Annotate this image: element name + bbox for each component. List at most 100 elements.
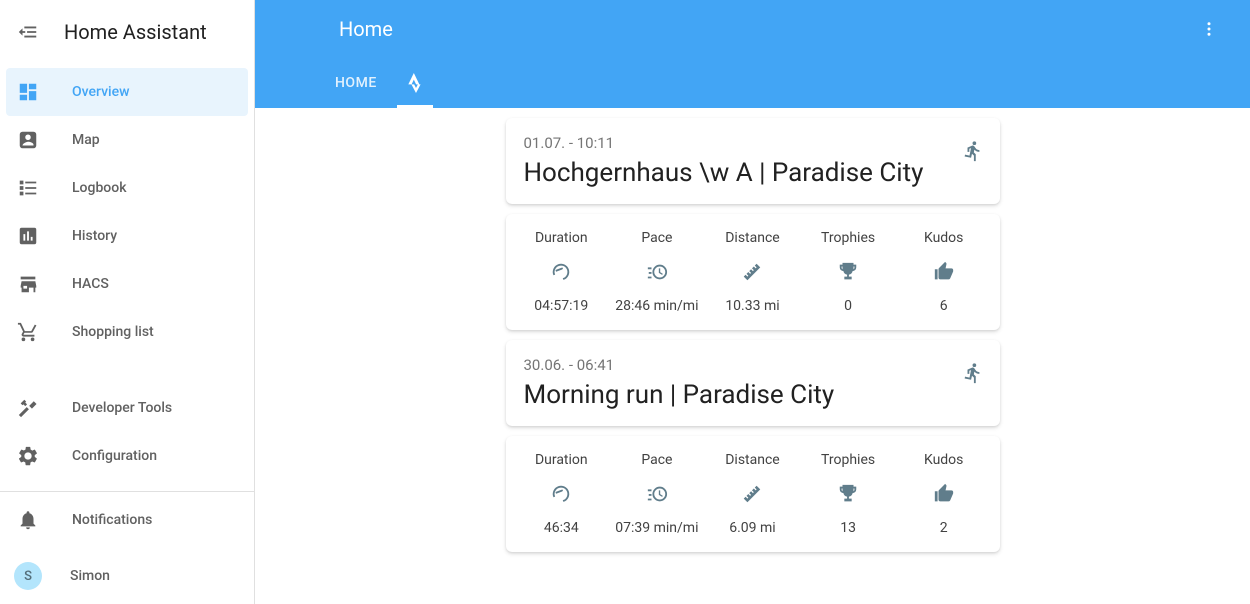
- clock-fast-icon: [646, 482, 668, 506]
- trophy-icon: [837, 482, 859, 506]
- stat-duration: Duration 46:34: [514, 452, 610, 536]
- stat-value: 0: [844, 298, 852, 314]
- sidebar-item-shopping-list[interactable]: Shopping list: [0, 308, 254, 356]
- ruler-icon: [741, 260, 763, 284]
- activity-card: 01.07. - 10:11 Hochgernhaus \w A | Parad…: [506, 118, 1000, 204]
- sidebar-item-label: History: [72, 228, 117, 244]
- sidebar-item-hacs[interactable]: HACS: [0, 260, 254, 308]
- stat-value: 04:57:19: [534, 298, 588, 314]
- stat-label: Distance: [725, 230, 780, 246]
- stat-label: Kudos: [924, 230, 963, 246]
- stat-kudos: Kudos 6: [896, 230, 992, 314]
- stat-label: Trophies: [821, 230, 875, 246]
- stat-value: 07:39 min/mi: [615, 520, 698, 536]
- stats-row: Duration 04:57:19 Pace 28:46 min/mi Dist…: [506, 214, 1000, 330]
- sidebar-header: Home Assistant: [0, 0, 254, 64]
- store-icon: [16, 272, 40, 296]
- activity-header: 30.06. - 06:41 Morning run | Paradise Ci…: [506, 340, 1000, 426]
- stat-kudos: Kudos 2: [896, 452, 992, 536]
- menu-collapse-icon: [17, 21, 39, 43]
- activity-title: Hochgernhaus \w A | Paradise City: [524, 158, 982, 188]
- sidebar-item-overview[interactable]: Overview: [6, 68, 248, 116]
- stat-duration: Duration 04:57:19: [514, 230, 610, 314]
- sidebar-item-user[interactable]: S Simon: [0, 548, 254, 604]
- bell-icon: [16, 508, 40, 532]
- hammer-icon: [16, 396, 40, 420]
- activity-date: 30.06. - 06:41: [524, 356, 982, 374]
- stat-distance: Distance 10.33 mi: [705, 230, 801, 314]
- tab-strava[interactable]: [405, 58, 425, 108]
- sidebar-spacer: [0, 356, 254, 384]
- run-icon: [962, 362, 984, 384]
- stat-value: 6: [940, 298, 948, 314]
- sidebar-item-notifications[interactable]: Notifications: [0, 492, 254, 548]
- strava-icon: [405, 73, 425, 93]
- activity-header: 01.07. - 10:11 Hochgernhaus \w A | Parad…: [506, 118, 1000, 204]
- ruler-icon: [741, 482, 763, 506]
- activity-date: 01.07. - 10:11: [524, 134, 982, 152]
- header-top: Home: [255, 0, 1250, 58]
- activity-stats-card: Duration 46:34 Pace 07:39 min/mi Distanc…: [506, 436, 1000, 552]
- sidebar-item-label: HACS: [72, 276, 109, 292]
- page-title: Home: [339, 17, 393, 41]
- sidebar-item-label: Shopping list: [72, 324, 154, 340]
- stat-value: 2: [940, 520, 948, 536]
- stats-row: Duration 46:34 Pace 07:39 min/mi Distanc…: [506, 436, 1000, 552]
- stat-trophies: Trophies 13: [800, 452, 896, 536]
- sidebar-item-developer-tools[interactable]: Developer Tools: [0, 384, 254, 432]
- header-tabs: HOME: [255, 58, 1250, 108]
- dots-vertical-icon: [1200, 20, 1218, 38]
- dashboard-icon: [16, 80, 40, 104]
- sidebar-item-logbook[interactable]: Logbook: [0, 164, 254, 212]
- sidebar: Home Assistant Overview Map Logbook Hist…: [0, 0, 255, 604]
- stat-label: Duration: [535, 230, 588, 246]
- sidebar-bottom: Notifications S Simon: [0, 491, 254, 604]
- run-icon: [962, 140, 984, 162]
- tab-home[interactable]: HOME: [335, 58, 377, 108]
- activity-card: 30.06. - 06:41 Morning run | Paradise Ci…: [506, 340, 1000, 426]
- activity-title: Morning run | Paradise City: [524, 380, 982, 410]
- stat-label: Trophies: [821, 452, 875, 468]
- stat-label: Pace: [641, 452, 672, 468]
- sidebar-item-map[interactable]: Map: [0, 116, 254, 164]
- stat-label: Distance: [725, 452, 780, 468]
- user-avatar: S: [14, 562, 42, 590]
- speedometer-icon: [550, 260, 572, 284]
- stat-value: 6.09 mi: [729, 520, 775, 536]
- stat-pace: Pace 07:39 min/mi: [609, 452, 705, 536]
- sidebar-item-label: Logbook: [72, 180, 127, 196]
- account-box-icon: [16, 128, 40, 152]
- stat-label: Pace: [641, 230, 672, 246]
- stat-value: 13: [840, 520, 856, 536]
- sidebar-item-label: Simon: [70, 568, 110, 584]
- menu-toggle-button[interactable]: [16, 20, 40, 44]
- chart-box-icon: [16, 224, 40, 248]
- stat-label: Duration: [535, 452, 588, 468]
- gear-icon: [16, 444, 40, 468]
- sidebar-item-label: Notifications: [72, 512, 152, 528]
- sidebar-item-label: Map: [72, 132, 100, 148]
- content: 01.07. - 10:11 Hochgernhaus \w A | Parad…: [255, 108, 1250, 604]
- clock-fast-icon: [646, 260, 668, 284]
- sidebar-item-label: Configuration: [72, 448, 157, 464]
- sidebar-item-configuration[interactable]: Configuration: [0, 432, 254, 480]
- thumb-up-icon: [933, 260, 955, 284]
- stat-value: 28:46 min/mi: [615, 298, 698, 314]
- header: Home HOME: [255, 0, 1250, 108]
- stat-value: 10.33 mi: [725, 298, 779, 314]
- list-icon: [16, 176, 40, 200]
- app-title: Home Assistant: [64, 20, 207, 44]
- stat-trophies: Trophies 0: [800, 230, 896, 314]
- thumb-up-icon: [933, 482, 955, 506]
- stat-label: Kudos: [924, 452, 963, 468]
- sidebar-item-label: Developer Tools: [72, 400, 172, 416]
- stat-value: 46:34: [544, 520, 579, 536]
- header-overflow-button[interactable]: [1192, 12, 1226, 46]
- sidebar-item-label: Overview: [72, 84, 129, 100]
- main: Home HOME 01.07. - 10:11 Hochgernhaus \w…: [255, 0, 1250, 604]
- speedometer-icon: [550, 482, 572, 506]
- cart-icon: [16, 320, 40, 344]
- stat-pace: Pace 28:46 min/mi: [609, 230, 705, 314]
- sidebar-nav: Overview Map Logbook History HACS Shoppi…: [0, 64, 254, 491]
- sidebar-item-history[interactable]: History: [0, 212, 254, 260]
